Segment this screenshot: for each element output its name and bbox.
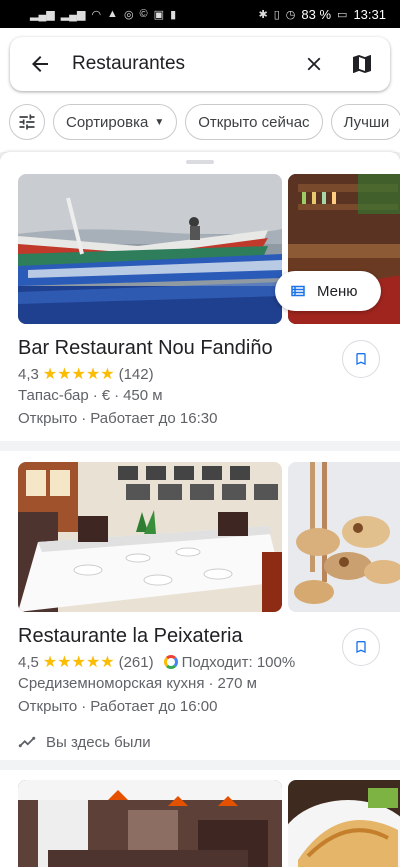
search-query[interactable]: Restaurantes: [64, 53, 290, 75]
review-count: (142): [118, 365, 154, 383]
filter-chips: Сортировка ▼ Открыто сейчас Лучши: [0, 102, 400, 142]
visited-row: Вы здесь были: [18, 733, 151, 751]
sim-icon: ▮: [170, 8, 177, 21]
save-button[interactable]: [342, 628, 380, 666]
vibrate-icon: ▯: [273, 8, 280, 21]
place-card[interactable]: Меню Bar Restaurant Nou Fandiño 4,3 ★★★★…: [0, 174, 400, 439]
distance: 450 м: [123, 387, 163, 404]
place-photo[interactable]: [18, 780, 282, 867]
rating-stars: ★★★★★: [42, 366, 115, 383]
bluetooth-icon: ✱: [258, 8, 268, 21]
food-photo: [288, 462, 400, 612]
search-bar[interactable]: Restaurantes: [10, 37, 390, 91]
best-chip-label: Лучши: [343, 113, 390, 131]
closing-hours: Работает до 16:30: [90, 410, 218, 427]
open-now-chip[interactable]: Открыто сейчас: [185, 104, 323, 140]
copyright-icon: ©: [139, 8, 148, 20]
place-photo[interactable]: [18, 174, 282, 324]
best-chip[interactable]: Лучши: [330, 104, 400, 140]
sort-chip-label: Сортировка: [66, 113, 149, 131]
arrow-back-icon: [32, 56, 48, 72]
rating-stars: ★★★★★: [42, 654, 115, 671]
status-right: ✱ ▯ ◷ 83 % ▭ 13:31: [259, 7, 386, 22]
header: Restaurantes Сортировка ▼ Открыто сейчас…: [0, 28, 400, 152]
battery-icon: ▭: [337, 8, 348, 21]
rating-value: 4,3: [18, 365, 39, 383]
category: Тапас-бар: [18, 387, 89, 404]
maps-icon: ▲: [107, 8, 118, 20]
sort-chip[interactable]: Сортировка ▼: [53, 104, 178, 140]
signal-icon: ▂▄▆: [60, 8, 86, 21]
back-button[interactable]: [16, 40, 64, 88]
place-name[interactable]: Bar Restaurant Nou Fandiño: [18, 337, 273, 360]
place-card[interactable]: Restaurante la Peixateria 4,5 ★★★★★ (261…: [0, 462, 400, 764]
place-name[interactable]: Restaurante la Peixateria: [18, 625, 243, 648]
separator: ·: [208, 675, 214, 692]
map-view-button[interactable]: [338, 40, 386, 88]
tune-icon: [19, 114, 35, 130]
results-sheet[interactable]: Меню Bar Restaurant Nou Fandiño 4,3 ★★★★…: [0, 152, 400, 867]
place-photo[interactable]: [18, 462, 282, 612]
filters-button[interactable]: [9, 104, 45, 140]
rating-value: 4,5: [18, 653, 39, 671]
place-card[interactable]: [0, 780, 400, 867]
status-bar: ▂▄▆ ▂▄▆ ◠ ▲ ◎ © ▣ ▮ ✱ ▯ ◷ 83 % ▭ 13:31: [0, 0, 400, 28]
food-plate-photo: [288, 780, 400, 867]
dining-room-photo: [18, 462, 282, 612]
clear-search-button[interactable]: [290, 40, 338, 88]
wifi-icon: ◠: [91, 8, 102, 21]
save-button[interactable]: [342, 340, 380, 378]
battery-percent: 83 %: [301, 6, 332, 22]
separator: ·: [81, 698, 87, 715]
open-status: Открыто: [18, 410, 78, 427]
menu-button[interactable]: Меню: [275, 271, 381, 311]
category: Средиземноморская кухня: [18, 675, 205, 692]
timeline-icon: [18, 736, 36, 748]
menu-button-label: Меню: [317, 282, 358, 300]
image-icon: ▣: [153, 8, 165, 21]
open-status: Открыто: [18, 698, 78, 715]
sync-icon: ◎: [123, 8, 134, 21]
hours-row: Открыто · Работает до 16:30: [18, 410, 217, 427]
boats-photo: [18, 174, 282, 324]
details-row: Средиземноморская кухня · 270 м: [18, 675, 257, 692]
bookmark-icon: [356, 641, 366, 653]
map-icon: [353, 55, 371, 73]
distance: 270 м: [217, 675, 257, 692]
close-icon: [307, 57, 321, 71]
photo-carousel[interactable]: [18, 462, 400, 612]
bookmark-icon: [356, 353, 366, 365]
sheet-drag-handle[interactable]: [186, 160, 214, 164]
open-now-chip-label: Открыто сейчас: [198, 113, 310, 131]
rating-row: 4,3 ★★★★★ (142): [18, 364, 154, 384]
review-count: (261): [118, 653, 154, 671]
clock: 13:31: [353, 6, 386, 22]
signal-icon: ▂▄▆: [30, 8, 55, 21]
hours-row: Открыто · Работает до 16:00: [18, 698, 217, 715]
photo-carousel[interactable]: [18, 780, 400, 867]
separator: ·: [81, 410, 87, 427]
details-row: Тапас-бар · € · 450 м: [18, 387, 163, 404]
google-match-icon: [163, 655, 178, 669]
place-photo[interactable]: [288, 462, 400, 612]
separator: ·: [114, 387, 120, 404]
card-divider: [0, 760, 400, 770]
closing-hours: Работает до 16:00: [90, 698, 218, 715]
place-photo[interactable]: [288, 780, 400, 867]
price-level: €: [101, 387, 111, 404]
status-left-icons: ▂▄▆ ▂▄▆ ◠ ▲ ◎ © ▣ ▮: [30, 8, 176, 21]
visited-label: Вы здесь были: [46, 733, 151, 751]
menu-list-icon: [291, 285, 305, 297]
separator: ·: [92, 387, 98, 404]
card-divider: [0, 441, 400, 451]
match-score: Подходит: 100%: [181, 653, 296, 671]
restaurant-hall-photo: [18, 780, 282, 867]
rating-row: 4,5 ★★★★★ (261) Подходит: 100%: [18, 652, 295, 672]
alarm-icon: ◷: [285, 8, 296, 21]
dropdown-arrow-icon: ▼: [154, 116, 165, 128]
